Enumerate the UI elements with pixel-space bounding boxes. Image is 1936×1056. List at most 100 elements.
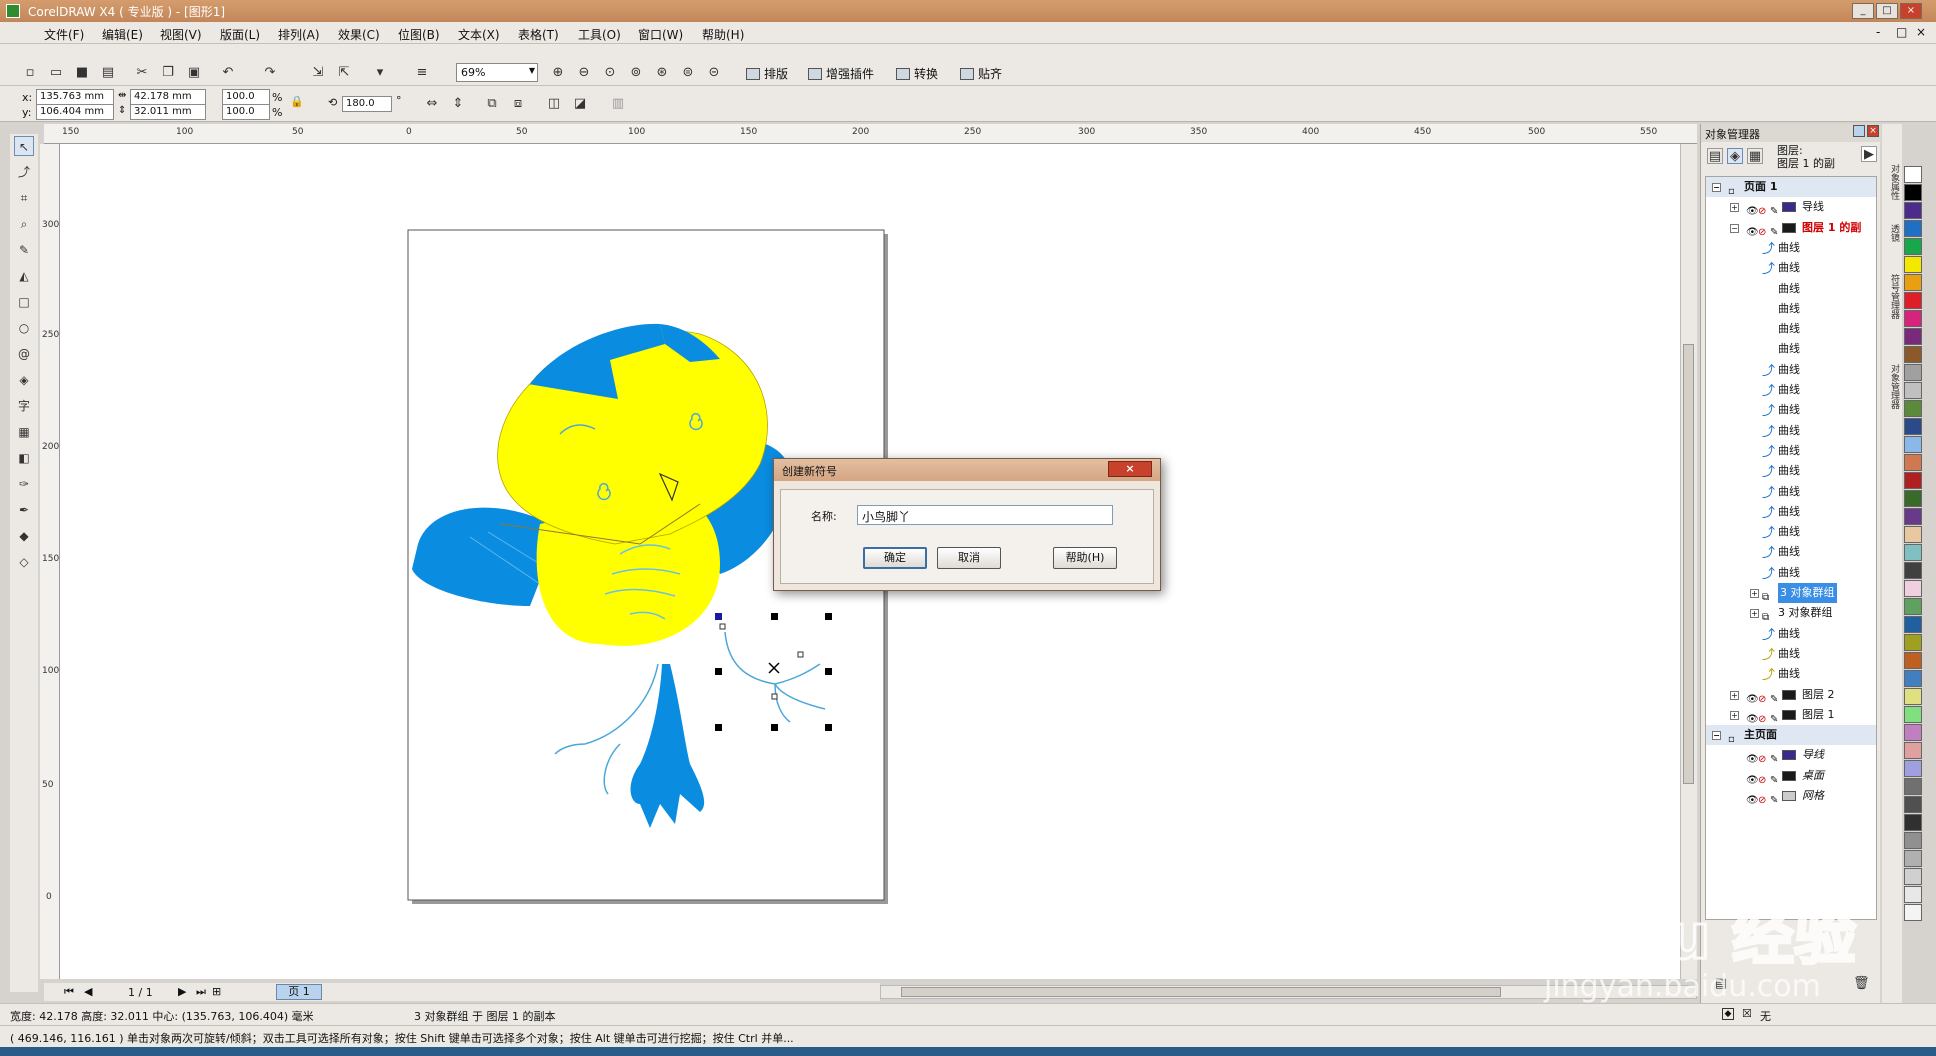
vertical-scroll-thumb[interactable] — [1683, 344, 1694, 784]
layer-manager-view-icon[interactable]: ▦ — [1747, 148, 1763, 164]
tree-row-master[interactable]: 👁 ⊘ ✎ 网格 — [1706, 786, 1876, 806]
horizontal-ruler[interactable]: 150 100 50 0 50 100 150 200 250 300 350 … — [44, 124, 1697, 144]
lock-ratio-icon[interactable]: 🔒 — [290, 95, 304, 108]
tree-row-layer[interactable]: + 👁 ⊘ ✎ 导线 — [1706, 197, 1876, 217]
selection-handle[interactable] — [771, 724, 778, 731]
color-swatch[interactable] — [1904, 418, 1922, 435]
docker-minimize-icon[interactable] — [1853, 125, 1865, 137]
show-properties-icon[interactable]: ▤ — [1707, 148, 1723, 164]
break-apart-icon[interactable]: ◪ — [572, 96, 588, 112]
tree-row-curve[interactable]: ⤴曲线 — [1706, 522, 1876, 542]
zoom-to-width-icon[interactable]: ⊝ — [706, 65, 722, 81]
color-swatch[interactable] — [1904, 832, 1922, 849]
color-swatch[interactable] — [1904, 184, 1922, 201]
selection-handle[interactable] — [715, 724, 722, 731]
tree-row-layer[interactable]: + 👁 ⊘ ✎ 图层 2 — [1706, 685, 1876, 705]
zoom-tool-icon[interactable]: ⌕ — [14, 214, 34, 234]
menu-help[interactable]: 帮助(H) — [702, 26, 744, 43]
tree-row-curve[interactable]: ⤴曲线 — [1706, 542, 1876, 562]
help-button[interactable]: 帮助(H) — [1053, 547, 1117, 569]
convert-to-curves-icon[interactable]: ▥ — [610, 96, 626, 112]
snap-plugin-button[interactable]: 贴齐 — [960, 65, 1002, 82]
color-swatch[interactable] — [1904, 310, 1922, 327]
color-swatch[interactable] — [1904, 904, 1922, 921]
cancel-button[interactable]: 取消 — [937, 547, 1001, 569]
rotation-angle-field[interactable]: 180.0 — [342, 96, 392, 112]
color-swatch[interactable] — [1904, 400, 1922, 417]
tree-row-curve[interactable]: ⤴曲线 — [1706, 380, 1876, 400]
tree-row-curve[interactable]: ⤴曲线 — [1706, 502, 1876, 522]
import-icon[interactable]: ⇲ — [310, 65, 326, 81]
eye-icon[interactable]: 👁 — [1746, 791, 1759, 811]
tree-row-master[interactable]: 👁 ⊘ ✎ 桌面 — [1706, 766, 1876, 786]
rectangle-tool-icon[interactable]: □ — [14, 292, 34, 312]
dialog-close-button[interactable]: × — [1108, 461, 1152, 477]
color-swatch[interactable] — [1904, 382, 1922, 399]
color-swatch[interactable] — [1904, 580, 1922, 597]
export-icon[interactable]: ⇱ — [336, 65, 352, 81]
eyedropper-tool-icon[interactable]: ✑ — [14, 474, 34, 494]
node-handle[interactable] — [719, 623, 726, 630]
color-swatch[interactable] — [1904, 508, 1922, 525]
color-swatch[interactable] — [1904, 562, 1922, 579]
interactive-fill-tool-icon[interactable]: ◇ — [14, 552, 34, 572]
tree-row-section[interactable]: − ▫ 页面 1 — [1706, 177, 1876, 197]
smart-fill-tool-icon[interactable]: ◭ — [14, 266, 34, 286]
outline-tool-icon[interactable]: ✒ — [14, 500, 34, 520]
close-button[interactable]: × — [1900, 3, 1922, 19]
y-position-field[interactable]: 106.404 mm — [36, 104, 114, 120]
open-folder-icon[interactable]: ▭ — [48, 65, 64, 81]
color-swatch[interactable] — [1904, 886, 1922, 903]
layout-plugin-button[interactable]: 排版 — [746, 65, 788, 82]
color-swatch[interactable] — [1904, 868, 1922, 885]
docker-close-icon[interactable]: × — [1867, 125, 1879, 137]
x-position-field[interactable]: 135.763 mm — [36, 89, 114, 105]
page-tab[interactable]: 页 1 — [276, 984, 322, 1000]
node-handle[interactable] — [771, 693, 778, 700]
tree-row-curve[interactable]: ⤴曲线 — [1706, 563, 1876, 583]
edit-across-layers-icon[interactable]: ◈ — [1727, 148, 1743, 164]
pencil-icon[interactable]: ✎ — [1770, 791, 1778, 811]
color-swatch[interactable] — [1904, 760, 1922, 777]
zoom-to-all-icon[interactable]: ⊛ — [654, 65, 670, 81]
scale-x-field[interactable]: 100.0 — [222, 89, 270, 105]
menu-window[interactable]: 窗口(W) — [638, 26, 683, 43]
new-document-icon[interactable]: ▫ — [22, 65, 38, 81]
redo-icon[interactable]: ↷ — [262, 65, 278, 81]
selection-handle[interactable] — [771, 613, 778, 620]
table-tool-icon[interactable]: ▦ — [14, 422, 34, 442]
color-swatch[interactable] — [1904, 328, 1922, 345]
tab-object-manager[interactable]: 对象管理器 — [1885, 364, 1899, 409]
menu-file[interactable]: 文件(F) — [44, 26, 84, 43]
vertical-ruler[interactable]: 300 250 200 150 100 50 0 — [40, 144, 60, 979]
collapse-icon[interactable]: + — [1730, 690, 1739, 700]
color-swatch[interactable] — [1904, 364, 1922, 381]
tree-row-curve[interactable]: ⤴曲线 — [1706, 441, 1876, 461]
tree-row-curve[interactable]: ⤴曲线 — [1706, 664, 1876, 684]
mdi-close-button[interactable]: × — [1916, 25, 1926, 39]
mirror-horizontal-icon[interactable]: ⇔ — [424, 96, 440, 112]
shape-tool-icon[interactable]: ⤴ — [14, 162, 34, 182]
height-field[interactable]: 32.011 mm — [130, 104, 206, 120]
undo-icon[interactable]: ↶ — [220, 65, 236, 81]
color-swatch[interactable] — [1904, 706, 1922, 723]
zoom-to-selected-icon[interactable]: ⊚ — [628, 65, 644, 81]
last-page-icon[interactable]: ⏭ — [196, 985, 206, 999]
tree-row-section[interactable]: − ▫ 主页面 — [1706, 725, 1876, 746]
tree-row-curve[interactable]: ⤴曲线 — [1706, 258, 1876, 278]
copy-icon[interactable]: ❐ — [160, 65, 176, 81]
color-swatch[interactable] — [1904, 688, 1922, 705]
minimize-button[interactable]: _ — [1852, 3, 1874, 19]
menu-view[interactable]: 视图(V) — [160, 26, 202, 43]
mdi-restore-button[interactable]: □ — [1896, 25, 1907, 39]
pick-tool-icon[interactable]: ↖ — [14, 136, 34, 156]
zoom-to-page-icon[interactable]: ⊜ — [680, 65, 696, 81]
menu-layout[interactable]: 版面(L) — [220, 26, 260, 43]
color-swatch[interactable] — [1904, 166, 1922, 183]
ok-button[interactable]: 确定 — [863, 547, 927, 569]
tree-row-curve[interactable]: ⤴曲线 — [1706, 339, 1876, 359]
tree-row-curve[interactable]: ⤴曲线 — [1706, 461, 1876, 481]
color-swatch[interactable] — [1904, 850, 1922, 867]
node-handle[interactable] — [797, 651, 804, 658]
menu-text[interactable]: 文本(X) — [458, 26, 500, 43]
